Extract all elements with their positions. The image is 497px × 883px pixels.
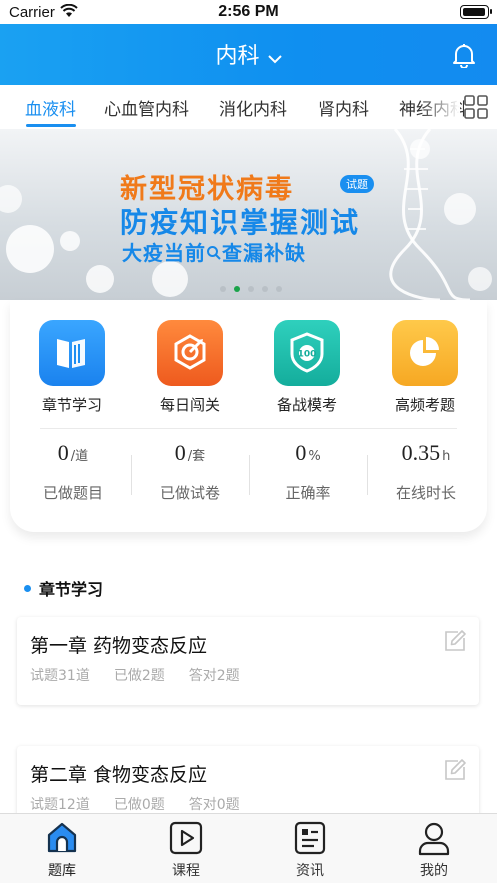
feature-label: 每日闯关 — [159, 396, 220, 414]
feature-mock-exam[interactable]: 100 备战模考 — [257, 320, 357, 415]
tab-cardiology[interactable]: 心血管内科 — [104, 95, 189, 120]
stat-value: 0 — [57, 440, 69, 465]
banner-dot[interactable] — [276, 286, 282, 292]
edit-icon[interactable] — [443, 758, 467, 786]
section-title-text: 章节学习 — [39, 580, 104, 599]
app-header: 内科 — [0, 24, 497, 85]
banner-dot[interactable] — [220, 286, 226, 292]
magnifier-icon — [206, 241, 222, 265]
chapter-card[interactable]: 第一章 药物变态反应 试题31道 已做2题 答对2题 — [17, 617, 479, 705]
stat-value: 0.35 — [401, 440, 441, 465]
card-divider — [40, 428, 457, 429]
banner-pagination — [220, 277, 290, 296]
tab-fade — [420, 85, 460, 129]
book-icon — [39, 320, 105, 386]
tabbar-news[interactable]: 资讯 — [270, 820, 350, 880]
tabbar-label: 我的 — [420, 863, 448, 879]
stat-unit: /道 — [70, 449, 89, 464]
stat-label: 在线时长 — [395, 484, 456, 502]
chapter-correct: 答对2题 — [188, 668, 240, 684]
shield-100-icon: 100 — [274, 320, 340, 386]
tab-gastroenterology[interactable]: 消化内科 — [219, 95, 287, 120]
feature-chapter-study[interactable]: 章节学习 — [22, 320, 122, 415]
stat-questions-done: 0/道 已做题目 — [14, 440, 132, 503]
banner-subheadline: 防疫知识掌握测试 — [120, 206, 361, 239]
status-bar: Carrier 2:56 PM — [0, 0, 497, 24]
app-screen: Carrier 2:56 PM 内科 血液科 心血管内科 消化内科 肾内科 神经… — [0, 0, 497, 883]
chapter-done: 已做2题 — [113, 668, 165, 684]
stat-online-time: 0.35 h 在线时长 — [367, 440, 485, 503]
banner-badge: 试题 — [340, 175, 374, 193]
stat-value: 0 — [295, 440, 307, 465]
tab-hematology[interactable]: 血液科 — [25, 95, 76, 120]
chapter-meta: 试题31道 已做2题 答对2题 — [30, 665, 264, 685]
battery-icon — [460, 5, 492, 19]
department-title: 内科 — [215, 44, 260, 69]
user-icon — [416, 820, 452, 856]
banner-dot[interactable] — [262, 286, 268, 292]
active-tab-indicator — [26, 124, 76, 127]
stat-papers-done: 0/套 已做试卷 — [131, 440, 249, 503]
news-icon — [292, 820, 328, 856]
banner-dot-active[interactable] — [234, 286, 240, 292]
chapter-done: 已做0题 — [113, 797, 165, 813]
section-title: 章节学习 — [24, 576, 103, 600]
category-tabs: 血液科 心血管内科 消化内科 肾内科 神经内科 — [0, 85, 497, 129]
feature-label: 高频考题 — [394, 396, 455, 414]
stat-label: 已做试卷 — [159, 484, 220, 502]
stat-value: 0 — [174, 440, 186, 465]
play-icon — [168, 820, 204, 856]
chapter-correct: 答对0题 — [188, 797, 240, 813]
grid-icon[interactable] — [464, 95, 488, 119]
chapter-meta: 试题12道 已做0题 答对0题 — [30, 794, 264, 814]
stat-unit: h — [442, 449, 451, 464]
tabbar-courses[interactable]: 课程 — [146, 820, 226, 880]
banner-tagline-part1: 大疫当前 — [122, 241, 206, 265]
tabbar-question-bank[interactable]: 题库 — [22, 820, 102, 880]
banner-tagline-part2: 查漏补缺 — [222, 241, 306, 265]
stat-unit: % — [308, 449, 321, 464]
stat-label: 正确率 — [285, 484, 331, 502]
pie-chart-icon — [392, 320, 458, 386]
stat-label: 已做题目 — [42, 484, 103, 502]
tabbar-label: 资讯 — [296, 863, 324, 879]
banner-tagline: 大疫当前 查漏补缺 — [122, 237, 306, 266]
promo-banner[interactable]: 新型冠状病毒 试题 防疫知识掌握测试 大疫当前 查漏补缺 — [0, 129, 497, 300]
feature-frequent-questions[interactable]: 高频考题 — [375, 320, 475, 415]
edit-icon[interactable] — [443, 629, 467, 657]
bell-icon[interactable] — [451, 42, 477, 72]
svg-text:100: 100 — [298, 350, 317, 360]
stat-accuracy: 0% 正确率 — [249, 440, 367, 503]
stat-unit: /套 — [187, 449, 206, 464]
chapter-total: 试题12道 — [30, 797, 90, 813]
feature-label: 备战模考 — [276, 396, 337, 414]
target-icon — [157, 320, 223, 386]
chapter-title: 第一章 药物变态反应 — [30, 635, 208, 657]
tabbar-label: 课程 — [172, 863, 200, 879]
feature-daily-challenge[interactable]: 每日闯关 — [140, 320, 240, 415]
tab-nephrology[interactable]: 肾内科 — [318, 95, 369, 120]
tabbar-label: 题库 — [48, 863, 76, 879]
chapter-total: 试题31道 — [30, 668, 90, 684]
status-time: 2:56 PM — [218, 3, 279, 20]
feature-label: 章节学习 — [41, 396, 102, 414]
bottom-tab-bar: 题库 课程 资讯 我的 — [0, 813, 497, 883]
department-selector[interactable]: 内科 — [0, 38, 497, 70]
home-icon — [44, 820, 80, 856]
chapter-title: 第二章 食物变态反应 — [30, 764, 208, 786]
quick-access-card: 章节学习 每日闯关 100 备战模考 高频考题 0/道 已做题目 0 /套 已做… — [10, 300, 487, 532]
chevron-down-icon — [267, 45, 282, 70]
tabbar-profile[interactable]: 我的 — [394, 820, 474, 880]
banner-dot[interactable] — [248, 286, 254, 292]
